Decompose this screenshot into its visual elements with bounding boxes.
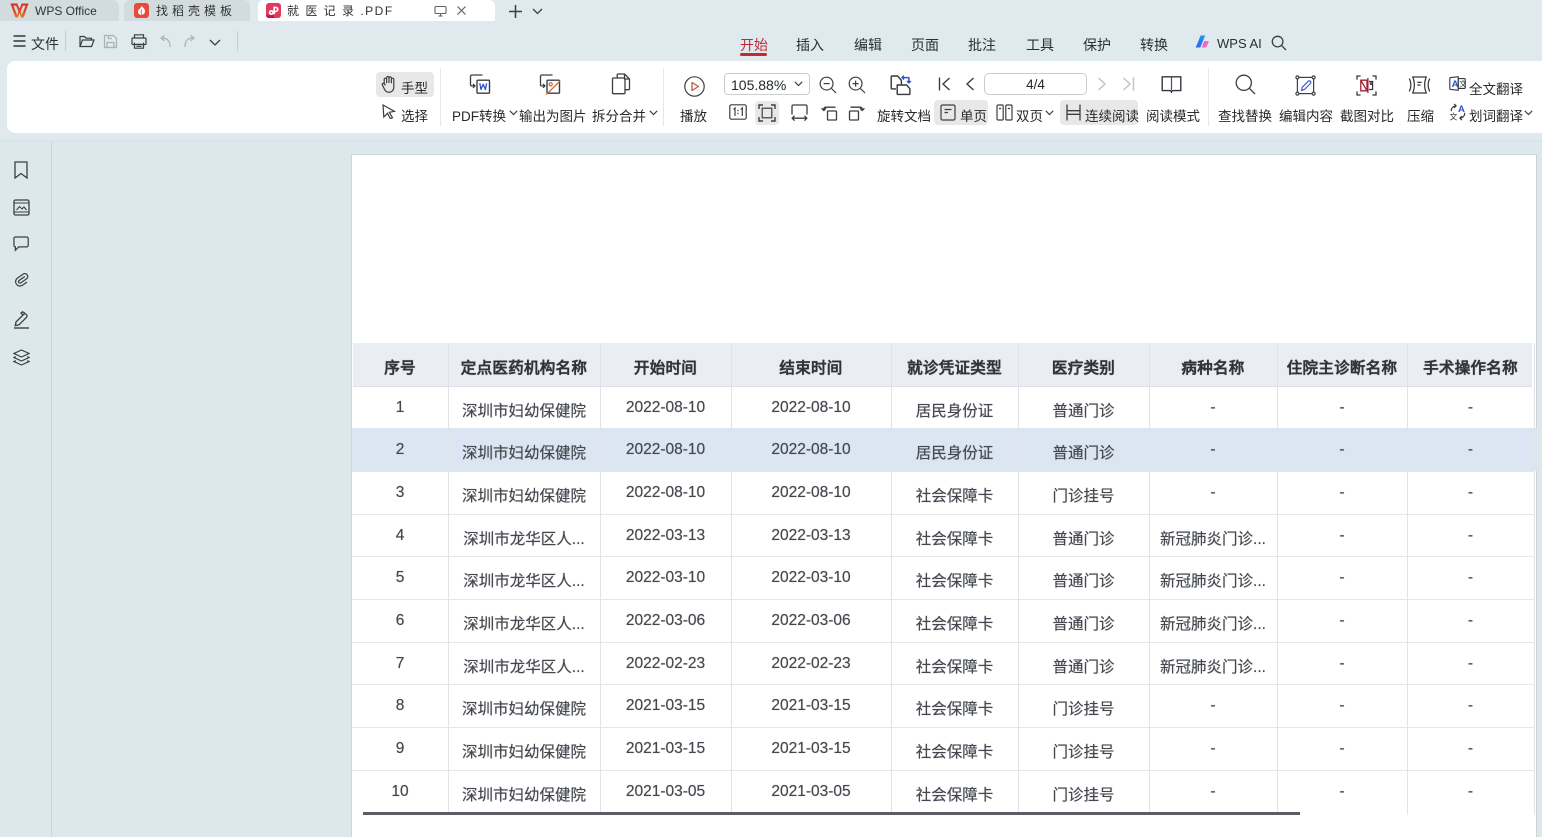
svg-text:A: A <box>1458 104 1465 115</box>
svg-text:文: 文 <box>1459 79 1466 89</box>
svg-text:A: A <box>1452 79 1459 90</box>
svg-text:文: 文 <box>1450 112 1458 122</box>
